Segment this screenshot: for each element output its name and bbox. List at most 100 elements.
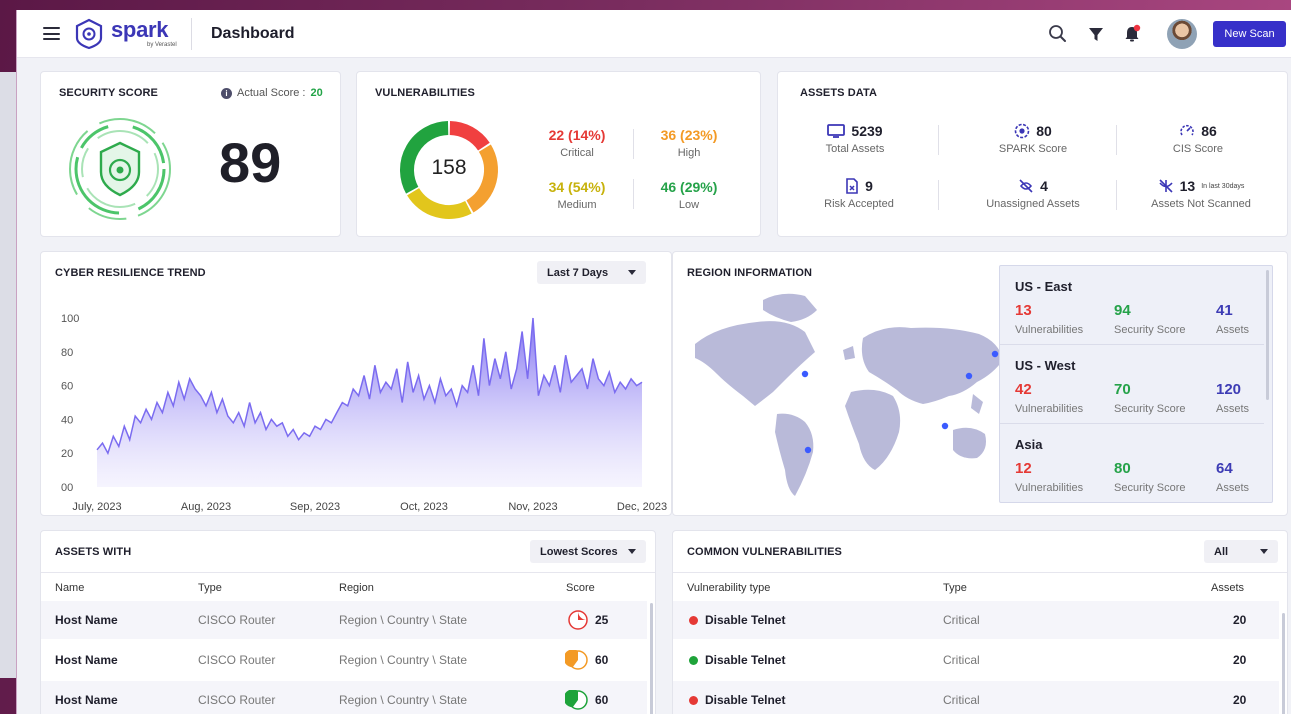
stat-cis-score[interactable]: 86 CIS Score	[1123, 123, 1273, 155]
not-scanned-icon	[1159, 179, 1173, 193]
table-row[interactable]: Host Name CISCO Router Region \ Country …	[41, 601, 647, 639]
col-type[interactable]: Type	[943, 582, 967, 594]
stat-assets-not-scanned[interactable]: 13 In last 30days Assets Not Scanned	[1126, 178, 1276, 210]
region-vuln-label: Vulnerabilities	[1015, 482, 1084, 494]
x-tick-label: Dec, 2023	[617, 501, 667, 513]
row-score: 60	[595, 653, 609, 667]
logo-subtitle: by Verastel	[147, 42, 177, 48]
table-row[interactable]: Disable Telnet Critical 20	[673, 601, 1279, 639]
hamburger-menu-icon[interactable]	[43, 27, 60, 40]
chevron-down-icon	[628, 270, 636, 275]
stat-total-assets[interactable]: 5239 Total Assets	[780, 123, 930, 155]
file-x-icon	[846, 178, 858, 194]
actual-score-value: 20	[310, 87, 323, 99]
not-scanned-value: 13	[1179, 178, 1196, 194]
divider	[1116, 180, 1117, 210]
col-type[interactable]: Type	[198, 582, 222, 594]
spark-score-label: SPARK Score	[998, 143, 1068, 155]
donut-segment-medium[interactable]	[407, 187, 472, 219]
col-assets[interactable]: Assets	[1211, 582, 1244, 594]
region-vuln-value: 12	[1015, 460, 1032, 477]
region-us-east[interactable]: US - East 13 94 41 Vulnerabilities Secur…	[1000, 266, 1264, 345]
region-us-west[interactable]: US - West 42 70 120 Vulnerabilities Secu…	[1000, 345, 1264, 424]
common-vulns-card: COMMON VULNERABILITIES All Vulnerability…	[672, 530, 1288, 714]
region-score-value: 94	[1114, 302, 1131, 319]
vulns-filter-label: All	[1214, 545, 1229, 558]
row-score: 25	[595, 613, 609, 627]
world-map[interactable]	[687, 274, 1007, 504]
trend-range-dropdown[interactable]: Last 7 Days	[537, 261, 646, 284]
stat-spark-score[interactable]: 80 SPARK Score	[958, 123, 1108, 155]
security-shield-ring-icon	[69, 118, 171, 220]
vulnerabilities-title: VULNERABILITIES	[375, 87, 475, 99]
vuln-medium: 34 (54%) Medium	[532, 179, 622, 211]
assets-filter-dropdown[interactable]: Lowest Scores	[530, 540, 646, 563]
cyber-trend-card: CYBER RESILIENCE TREND Last 7 Days 100 80…	[40, 251, 672, 516]
col-vulnerability-type[interactable]: Vulnerability type	[687, 582, 770, 594]
region-assets-value: 120	[1216, 381, 1242, 398]
security-score-title: SECURITY SCORE	[59, 87, 158, 99]
divider	[1116, 125, 1117, 155]
vulns-table-scrollbar[interactable]	[1282, 613, 1285, 714]
stat-unassigned-assets[interactable]: 4 Unassigned Assets	[958, 178, 1108, 210]
assets-with-title: ASSETS WITH	[55, 546, 132, 558]
row-type: CISCO Router	[198, 693, 276, 707]
table-row[interactable]: Disable Telnet Critical 20	[673, 681, 1279, 714]
vuln-name: Disable Telnet	[689, 613, 785, 627]
vuln-medium-label: Medium	[557, 199, 597, 211]
table-row[interactable]: Disable Telnet Critical 20	[673, 641, 1279, 679]
cis-score-value: 86	[1201, 123, 1217, 139]
region-assets-label: Assets	[1216, 324, 1250, 336]
row-type: CISCO Router	[198, 653, 276, 667]
cis-score-label: CIS Score	[1172, 143, 1224, 155]
region-score-label: Security Score	[1114, 403, 1186, 415]
notification-bell-icon[interactable]	[1121, 23, 1143, 45]
region-panel: US - East 13 94 41 Vulnerabilities Secur…	[999, 265, 1273, 503]
filter-icon[interactable]	[1085, 23, 1107, 45]
assets-data-card: ASSETS DATA 5239 Total Assets 80 SPARK S…	[777, 71, 1288, 237]
table-row[interactable]: Host Name CISCO Router Region \ Country …	[41, 641, 647, 679]
divider	[938, 125, 939, 155]
vuln-low-value: 46 (29%)	[660, 179, 718, 195]
logo-text: spark	[111, 17, 169, 42]
user-avatar[interactable]	[1167, 19, 1197, 49]
region-asia[interactable]: Asia 12 80 64 Vulnerabilities Security S…	[1000, 424, 1264, 502]
monitor-icon	[827, 124, 846, 138]
col-region[interactable]: Region	[339, 582, 374, 594]
y-tick-label: 40	[61, 414, 73, 426]
divider	[633, 179, 634, 209]
region-vuln-value: 13	[1015, 302, 1032, 319]
score-pie-icon	[568, 610, 588, 630]
score-pie-icon	[565, 690, 588, 710]
region-scrollbar[interactable]	[1266, 270, 1269, 400]
actual-score-label: Actual Score :	[237, 87, 306, 99]
status-dot	[689, 656, 698, 665]
table-row[interactable]: Host Name CISCO Router Region \ Country …	[41, 681, 647, 714]
region-assets-label: Assets	[1216, 482, 1250, 494]
region-vuln-label: Vulnerabilities	[1015, 403, 1084, 415]
assets-table-scrollbar[interactable]	[650, 603, 653, 714]
y-tick-label: 00	[61, 482, 73, 494]
donut-segment-critical[interactable]	[449, 121, 490, 151]
security-score-card: SECURITY SCORE i Actual Score : 20 89	[40, 71, 341, 237]
info-icon[interactable]: i	[221, 87, 232, 99]
divider	[938, 180, 939, 210]
divider	[41, 572, 655, 573]
new-scan-button[interactable]: New Scan	[1213, 21, 1286, 47]
assets-filter-label: Lowest Scores	[540, 545, 618, 558]
search-icon[interactable]	[1047, 23, 1069, 45]
spark-logo-icon	[75, 18, 103, 50]
vuln-name-text: Disable Telnet	[705, 653, 786, 667]
status-dot	[689, 696, 698, 705]
vulns-filter-dropdown[interactable]: All	[1204, 540, 1278, 563]
vuln-assets: 20	[1233, 693, 1247, 707]
y-tick-label: 80	[61, 347, 73, 359]
x-tick-label: Aug, 2023	[181, 501, 231, 513]
stat-risk-accepted[interactable]: 9 Risk Accepted	[784, 178, 934, 210]
assets-data-title: ASSETS DATA	[800, 87, 878, 99]
col-name[interactable]: Name	[55, 582, 84, 594]
row-name: Host Name	[55, 653, 118, 667]
col-score[interactable]: Score	[566, 582, 595, 594]
x-tick-label: July, 2023	[72, 501, 121, 513]
row-score: 60	[595, 693, 609, 707]
